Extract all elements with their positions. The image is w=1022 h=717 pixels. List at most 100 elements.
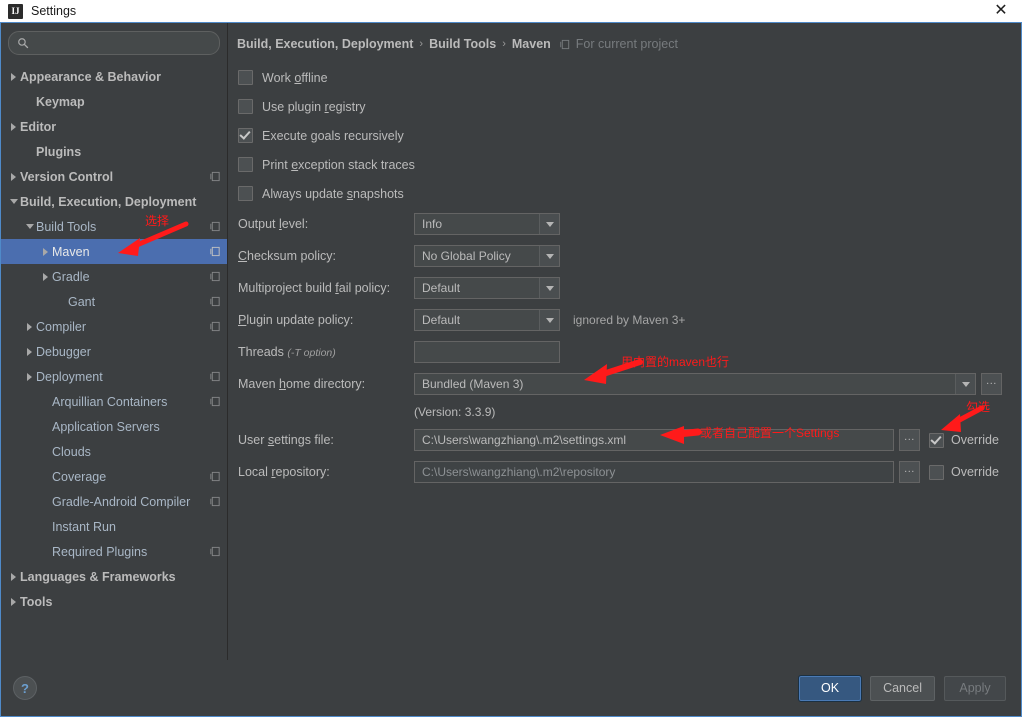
sidebar-item-coverage[interactable]: Coverage <box>1 464 227 489</box>
chevron-right-icon[interactable] <box>7 72 20 81</box>
plugin-update-policy-note: ignored by Maven 3+ <box>573 313 686 327</box>
help-icon[interactable]: ? <box>13 676 37 700</box>
local-repository-override-box[interactable] <box>929 464 944 480</box>
sidebar-item-build-tools[interactable]: Build Tools <box>1 214 227 239</box>
sidebar-item-maven[interactable]: Maven <box>1 239 227 264</box>
user-settings-file-browse-button[interactable]: ... <box>899 429 920 451</box>
local-repository-override-checkbox[interactable]: Override <box>929 464 999 480</box>
checksum-policy-combobox[interactable]: No Global Policy <box>414 245 560 267</box>
checkbox-always-update-snapshots[interactable]: Always update snapshots <box>238 179 1021 208</box>
multiproject-fail-policy-value: Default <box>422 281 461 295</box>
threads-label-hint: (-T option) <box>287 347 336 359</box>
apply-button[interactable]: Apply <box>944 675 1006 701</box>
sidebar-item-editor[interactable]: Editor <box>1 114 227 139</box>
sidebar-item-appearance-behavior[interactable]: Appearance & Behavior <box>1 64 227 89</box>
project-scope-icon <box>210 496 220 507</box>
sidebar-item-plugins[interactable]: Plugins <box>1 139 227 164</box>
chevron-down-icon[interactable] <box>539 214 559 234</box>
chevron-down-icon[interactable] <box>955 374 975 394</box>
checkbox-group: Work offline Use plugin registry Execute g… <box>238 63 1021 208</box>
chevron-right-icon[interactable] <box>23 322 36 331</box>
multiproject-fail-policy-combobox[interactable]: Default <box>414 277 560 299</box>
checkbox-box-execute-goals-recursively[interactable] <box>238 128 253 143</box>
sidebar-item-gant[interactable]: Gant <box>1 289 227 314</box>
row-plugin-update-policy: Plugin update policy: Default ignored by… <box>238 304 1021 336</box>
sidebar-item-label: Build Tools <box>36 219 97 234</box>
user-settings-override-box[interactable] <box>929 432 944 448</box>
sidebar-item-required-plugins[interactable]: Required Plugins <box>1 539 227 564</box>
chevron-right-icon[interactable] <box>23 347 36 356</box>
chevron-down-icon[interactable] <box>23 224 36 229</box>
chevron-right-icon[interactable] <box>23 372 36 381</box>
checkbox-print-exception-stack-traces[interactable]: Print exception stack traces <box>238 150 1021 179</box>
local-repository-override-label: Override <box>951 465 999 479</box>
chevron-right-icon[interactable] <box>7 597 20 606</box>
sidebar-item-label: Editor <box>20 119 57 134</box>
project-scope-icon <box>560 39 569 49</box>
chevron-right-icon[interactable] <box>7 572 20 581</box>
project-scope-icon <box>210 221 220 232</box>
local-repository-label: Local repository: <box>238 465 330 479</box>
threads-input[interactable] <box>414 341 560 363</box>
sidebar-item-label: Plugins <box>36 144 82 159</box>
threads-label: Threads (-T option) <box>238 345 414 359</box>
sidebar-item-application-servers[interactable]: Application Servers <box>1 414 227 439</box>
ok-button[interactable]: OK <box>798 674 863 702</box>
sidebar-item-clouds[interactable]: Clouds <box>1 439 227 464</box>
checkbox-box-use-plugin-registry[interactable] <box>238 99 253 114</box>
sidebar-item-instant-run[interactable]: Instant Run <box>1 514 227 539</box>
sidebar-item-label: Compiler <box>36 319 87 334</box>
user-settings-override-checkbox[interactable]: Override <box>929 432 999 448</box>
sidebar-item-compiler[interactable]: Compiler <box>1 314 227 339</box>
chevron-right-icon[interactable] <box>39 272 52 281</box>
checkbox-label-execute-goals-recursively: Execute goals recursively <box>262 128 404 143</box>
cancel-button[interactable]: Cancel <box>870 675 935 701</box>
plugin-update-policy-combobox[interactable]: Default <box>414 309 560 331</box>
sidebar-item-deployment[interactable]: Deployment <box>1 364 227 389</box>
sidebar-item-arquillian-containers[interactable]: Arquillian Containers <box>1 389 227 414</box>
chevron-down-icon[interactable] <box>539 278 559 298</box>
checkbox-box-print-exception-stack-traces[interactable] <box>238 157 253 172</box>
sidebar-item-label: Languages & Frameworks <box>20 569 176 584</box>
search-input[interactable] <box>34 36 211 50</box>
breadcrumb: Build, Execution, Deployment › Build Too… <box>228 23 1021 51</box>
checkbox-box-work-offline[interactable] <box>238 70 253 85</box>
chevron-down-icon[interactable] <box>7 199 20 204</box>
project-scope-icon <box>210 246 220 257</box>
checkbox-use-plugin-registry[interactable]: Use plugin registry <box>238 92 1021 121</box>
sidebar-item-label: Keymap <box>36 94 85 109</box>
sidebar-item-gradle[interactable]: Gradle <box>1 264 227 289</box>
chevron-down-icon[interactable] <box>539 310 559 330</box>
checkbox-box-always-update-snapshots[interactable] <box>238 186 253 201</box>
checkbox-work-offline[interactable]: Work offline <box>238 63 1021 92</box>
local-repository-browse-button[interactable]: ... <box>899 461 920 483</box>
local-repository-input[interactable]: C:\Users\wangzhiang\.m2\repository <box>414 461 894 483</box>
sidebar-item-debugger[interactable]: Debugger <box>1 339 227 364</box>
window-titlebar: IJ Settings ✕ <box>0 0 1022 23</box>
sidebar-item-languages-frameworks[interactable]: Languages & Frameworks <box>1 564 227 589</box>
chevron-right-icon[interactable] <box>39 247 52 256</box>
sidebar-item-version-control[interactable]: Version Control <box>1 164 227 189</box>
checkbox-label-print-exception-stack-traces: Print exception stack traces <box>262 157 415 172</box>
user-settings-file-input[interactable]: C:\Users\wangzhiang\.m2\settings.xml <box>414 429 894 451</box>
sidebar-item-label: Required Plugins <box>52 544 148 559</box>
close-icon[interactable]: ✕ <box>988 0 1014 22</box>
sidebar-item-gradle-android-compiler[interactable]: Gradle-Android Compiler <box>1 489 227 514</box>
maven-home-browse-button[interactable]: ... <box>981 373 1002 395</box>
sidebar-item-keymap[interactable]: Keymap <box>1 89 227 114</box>
chevron-down-icon[interactable] <box>539 246 559 266</box>
chevron-right-icon[interactable] <box>7 122 20 131</box>
output-level-combobox[interactable]: Info <box>414 213 560 235</box>
sidebar-item-tools[interactable]: Tools <box>1 589 227 614</box>
sidebar-item-label: Appearance & Behavior <box>20 69 162 84</box>
breadcrumb-item-1[interactable]: Build Tools <box>429 37 496 51</box>
maven-home-combobox[interactable]: Bundled (Maven 3) <box>414 373 976 395</box>
checkbox-execute-goals-recursively[interactable]: Execute goals recursively <box>238 121 1021 150</box>
sidebar-item-build-execution-deployment[interactable]: Build, Execution, Deployment <box>1 189 227 214</box>
breadcrumb-item-0[interactable]: Build, Execution, Deployment <box>237 37 413 51</box>
checkbox-label-always-update-snapshots: Always update snapshots <box>262 186 404 201</box>
chevron-right-icon[interactable] <box>7 172 20 181</box>
scope-note-text: For current project <box>575 37 678 51</box>
search-box[interactable] <box>8 31 220 55</box>
breadcrumb-item-2[interactable]: Maven <box>512 37 551 51</box>
